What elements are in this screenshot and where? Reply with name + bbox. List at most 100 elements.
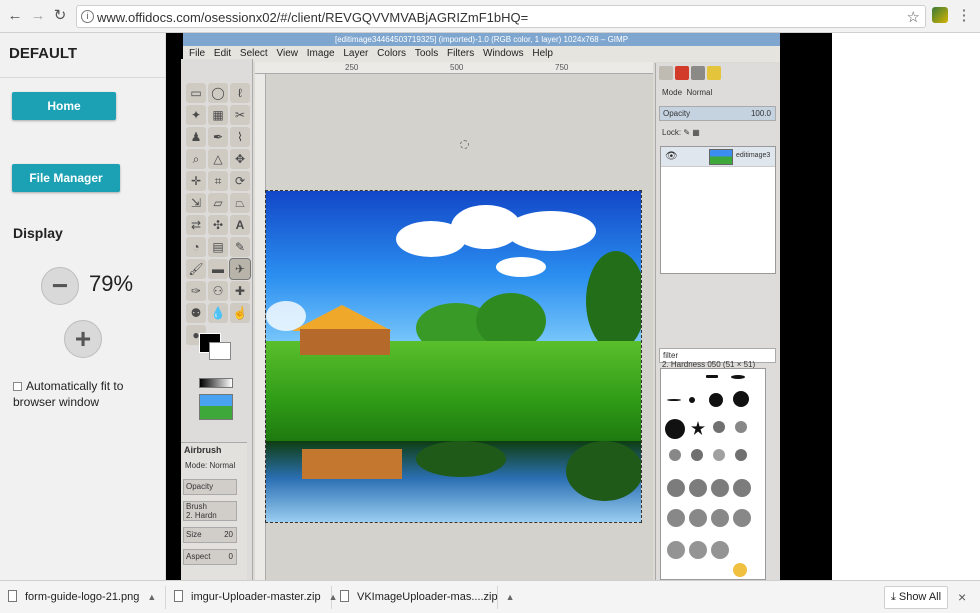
download-filename[interactable]: form-guide-logo-21.png: [25, 591, 139, 603]
channels-tab-icon[interactable]: [675, 66, 689, 80]
back-icon[interactable]: ←: [6, 7, 24, 25]
undo-tab-icon[interactable]: [707, 66, 721, 80]
brush-dot[interactable]: [689, 397, 695, 403]
cage-icon[interactable]: ✣: [208, 215, 228, 235]
blur-icon[interactable]: 💧: [208, 303, 228, 323]
shear-icon[interactable]: ▱: [208, 193, 228, 213]
zoom-icon[interactable]: ⌕: [186, 149, 206, 169]
brush-dot[interactable]: [689, 479, 707, 497]
zoom-out-button[interactable]: −: [41, 267, 79, 305]
brush-dot[interactable]: [731, 375, 745, 379]
chevron-down-icon[interactable]: ▲: [329, 586, 338, 609]
home-button[interactable]: Home: [12, 92, 116, 120]
chevron-down-icon[interactable]: ▲: [147, 586, 156, 609]
aspect-slider[interactable]: Aspect 0: [183, 549, 237, 565]
gradient-icon[interactable]: ▤: [208, 237, 228, 257]
menu-file[interactable]: File: [189, 48, 205, 59]
download-filename[interactable]: imgur-Uploader-master.zip: [191, 591, 321, 603]
close-icon[interactable]: ×: [958, 589, 966, 605]
brush-dot[interactable]: [709, 393, 723, 407]
menu-layer[interactable]: Layer: [343, 48, 368, 59]
forward-icon[interactable]: →: [29, 7, 47, 25]
layer-mode-row[interactable]: Mode Normal: [659, 86, 776, 101]
brush-dot[interactable]: [667, 479, 685, 497]
horizontal-ruler[interactable]: 250 500 750: [255, 62, 653, 74]
auto-fit-option[interactable]: Automatically fit to browser window: [13, 378, 153, 410]
layers-tab-icon[interactable]: [659, 66, 673, 80]
canvas-image[interactable]: [265, 190, 642, 523]
background-color-swatch[interactable]: [209, 342, 231, 360]
layers-list[interactable]: 👁 editimage3: [660, 146, 776, 274]
extension-icon[interactable]: [932, 7, 948, 23]
brush-dot[interactable]: [711, 509, 729, 527]
visibility-eye-icon[interactable]: 👁: [665, 151, 678, 162]
pencil-icon[interactable]: ✎: [230, 237, 250, 257]
align-icon[interactable]: ✛: [186, 171, 206, 191]
brush-selector[interactable]: Brush 2. Hardn: [183, 501, 237, 521]
layer-mode-value[interactable]: Normal: [686, 88, 712, 97]
heal-icon[interactable]: ✚: [230, 281, 250, 301]
menu-windows[interactable]: Windows: [483, 48, 524, 59]
move-icon[interactable]: ✥: [230, 149, 250, 169]
perspective-clone-icon[interactable]: ⚉: [186, 303, 206, 323]
brush-dot[interactable]: [689, 541, 707, 559]
color-select-icon[interactable]: ▦: [208, 105, 228, 125]
file-manager-button[interactable]: File Manager: [12, 164, 120, 192]
zoom-in-button[interactable]: +: [64, 320, 102, 358]
brush-dot[interactable]: [711, 541, 729, 559]
reload-icon[interactable]: ↻: [51, 7, 69, 25]
scissors-icon[interactable]: ✂: [230, 105, 250, 125]
brush-dot[interactable]: [669, 449, 681, 461]
browser-menu-icon[interactable]: ⋮: [955, 7, 973, 25]
foreground-select-icon[interactable]: ♟: [186, 127, 206, 147]
crop-icon[interactable]: ⌗: [208, 171, 228, 191]
clone-icon[interactable]: ⚇: [208, 281, 228, 301]
download-filename[interactable]: VKImageUploader-mas....zip: [357, 591, 498, 603]
chevron-down-icon[interactable]: ▲: [506, 586, 515, 609]
brush-dot[interactable]: [691, 449, 703, 461]
download-item[interactable]: imgur-Uploader-master.zip ▲: [174, 586, 338, 609]
measure-icon[interactable]: △: [208, 149, 228, 169]
brush-dot[interactable]: [667, 509, 685, 527]
auto-fit-checkbox[interactable]: [13, 382, 22, 391]
airbrush-icon[interactable]: ✈: [229, 258, 251, 280]
brush-dot[interactable]: [735, 449, 747, 461]
download-item[interactable]: VKImageUploader-mas....zip ▲: [340, 586, 515, 609]
lasso-icon[interactable]: ℓ: [230, 83, 250, 103]
show-all-button[interactable]: ⤓ Show All: [884, 586, 948, 609]
menu-help[interactable]: Help: [532, 48, 553, 59]
brush-dot[interactable]: [706, 375, 718, 378]
flip-icon[interactable]: ⇄: [186, 215, 206, 235]
menu-filters[interactable]: Filters: [447, 48, 474, 59]
brush-dot[interactable]: [735, 421, 747, 433]
menu-colors[interactable]: Colors: [377, 48, 406, 59]
brush-dot[interactable]: [689, 509, 707, 527]
paths-icon[interactable]: ✒: [208, 127, 228, 147]
rect-select-icon[interactable]: ▭: [186, 83, 206, 103]
menu-select[interactable]: Select: [240, 48, 268, 59]
download-item[interactable]: form-guide-logo-21.png ▲: [8, 586, 166, 609]
menu-image[interactable]: Image: [307, 48, 335, 59]
info-icon[interactable]: i: [81, 10, 94, 23]
brush-dot[interactable]: [711, 479, 729, 497]
opacity-slider[interactable]: Opacity: [183, 479, 237, 495]
bookmark-star-icon[interactable]: ☆: [907, 8, 920, 26]
brush-dot[interactable]: [733, 563, 747, 577]
size-slider[interactable]: Size 20: [183, 527, 237, 543]
color-picker-icon[interactable]: ⌇: [230, 127, 250, 147]
ellipse-select-icon[interactable]: ◯: [208, 83, 228, 103]
eraser-icon[interactable]: ▬: [208, 259, 228, 279]
scale-icon[interactable]: ⇲: [186, 193, 206, 213]
smudge-icon[interactable]: ☝: [230, 303, 250, 323]
text-tool-icon[interactable]: A: [230, 215, 250, 235]
bucket-fill-icon[interactable]: ◔: [186, 237, 206, 257]
menu-tools[interactable]: Tools: [415, 48, 438, 59]
brush-dot[interactable]: [733, 479, 751, 497]
brush-dot[interactable]: [667, 399, 681, 401]
brushes-grid[interactable]: [660, 368, 766, 580]
url-text[interactable]: www.offidocs.com/osessionx02/#/client/RE…: [97, 10, 528, 25]
layer-row[interactable]: 👁 editimage3: [661, 147, 775, 167]
layer-name[interactable]: editimage3: [736, 152, 770, 159]
rotate-icon[interactable]: ⟳: [230, 171, 250, 191]
ink-icon[interactable]: ✑: [186, 281, 206, 301]
